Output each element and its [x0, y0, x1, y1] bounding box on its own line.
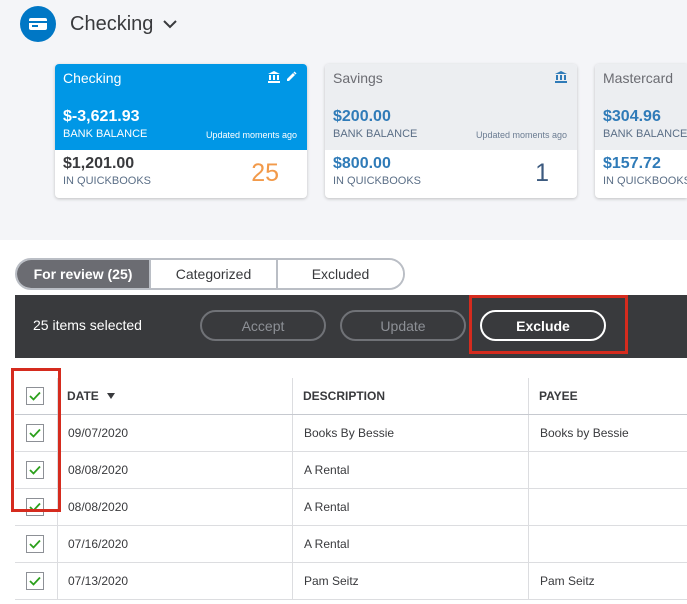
table-row[interactable]: 07/16/2020 A Rental	[15, 526, 687, 563]
card-bank-section: Savings $200.00 BANK BALANCE Updated mom…	[325, 64, 577, 150]
table-row[interactable]: 07/13/2020 Pam Seitz Pam Seitz	[15, 563, 687, 600]
row-date: 09/07/2020	[68, 426, 129, 440]
pencil-icon[interactable]	[285, 70, 297, 88]
quickbooks-balance: $157.72	[603, 155, 661, 172]
row-description: A Rental	[304, 500, 350, 514]
row-checkbox[interactable]	[26, 572, 44, 590]
bank-balance-label: BANK BALANCE	[603, 128, 687, 140]
bank-icon	[555, 70, 567, 88]
card-name: Mastercard	[603, 70, 674, 86]
selected-count: 25 items selected	[33, 317, 142, 333]
update-button[interactable]: Update	[340, 310, 466, 341]
tab-categorized[interactable]: Categorized	[149, 260, 276, 288]
payee-header[interactable]: PAYEE	[539, 378, 578, 414]
description-header[interactable]: DESCRIPTION	[303, 378, 385, 414]
bank-card-icon	[20, 6, 56, 42]
bank-balance: $-3,621.93	[63, 108, 140, 125]
account-selector[interactable]: Checking	[20, 6, 178, 42]
row-description: A Rental	[304, 463, 350, 477]
quickbooks-balance: $800.00	[333, 155, 391, 172]
account-card-mastercard[interactable]: Mastercard $304.96 BANK BALANCE $157.72 …	[595, 64, 687, 198]
row-description: Pam Seitz	[304, 574, 359, 588]
tab-excluded[interactable]: Excluded	[276, 260, 403, 288]
row-date: 08/08/2020	[68, 463, 129, 477]
exclude-highlight	[469, 295, 628, 354]
transactions-table: DATE DESCRIPTION PAYEE 09/07/2020 Books …	[15, 378, 687, 600]
row-date: 07/13/2020	[68, 574, 129, 588]
bank-balance-label: BANK BALANCE	[333, 128, 418, 140]
review-count: 25	[251, 159, 279, 187]
review-count: 1	[535, 159, 549, 187]
row-date: 08/08/2020	[68, 500, 129, 514]
updated-status: Updated moments ago	[475, 130, 567, 140]
account-title: Checking	[70, 12, 154, 35]
row-payee: Books by Bessie	[540, 426, 629, 440]
quickbooks-balance-label: IN QUICKBOOKS	[63, 175, 152, 187]
chevron-down-icon[interactable]	[163, 19, 178, 29]
sort-down-icon	[106, 393, 115, 399]
updated-status: Updated moments ago	[205, 130, 297, 140]
bank-icon	[268, 70, 280, 88]
row-checkbox[interactable]	[26, 535, 44, 553]
table-row[interactable]: 09/07/2020 Books By Bessie Books by Bess…	[15, 415, 687, 452]
card-bank-section: Mastercard $304.96 BANK BALANCE	[595, 64, 687, 150]
account-card-savings[interactable]: Savings $200.00 BANK BALANCE Updated mom…	[325, 64, 577, 198]
card-bank-section: Checking $-3,621.93 BANK BALANCE Updated…	[55, 64, 307, 150]
bank-balance: $200.00	[333, 108, 391, 125]
table-row[interactable]: 08/08/2020 A Rental	[15, 489, 687, 526]
card-name: Checking	[63, 70, 122, 86]
row-description: Books By Bessie	[304, 426, 395, 440]
quickbooks-balance-label: IN QUICKBOOKS	[603, 175, 687, 187]
table-row[interactable]: 08/08/2020 A Rental	[15, 452, 687, 489]
checkmark-icon	[29, 576, 41, 586]
account-card-checking[interactable]: Checking $-3,621.93 BANK BALANCE Updated…	[55, 64, 307, 198]
bank-balance: $304.96	[603, 108, 661, 125]
date-header-label: DATE	[67, 389, 99, 403]
row-payee: Pam Seitz	[540, 574, 595, 588]
table-header-row: DATE DESCRIPTION PAYEE	[15, 378, 687, 415]
date-header[interactable]: DATE	[67, 378, 115, 414]
row-date: 07/16/2020	[68, 537, 129, 551]
row-description: A Rental	[304, 537, 350, 551]
review-tabs: For review (25) Categorized Excluded	[15, 258, 405, 290]
quickbooks-balance-label: IN QUICKBOOKS	[333, 175, 422, 187]
checkbox-column-highlight	[11, 368, 61, 512]
checkmark-icon	[29, 539, 41, 549]
bank-balance-label: BANK BALANCE	[63, 128, 148, 140]
tab-for-review[interactable]: For review (25)	[17, 260, 149, 288]
accounts-overview: Checking Checking $-3,621.93 BANK BALANC…	[0, 0, 687, 240]
card-name: Savings	[333, 70, 383, 86]
accept-button[interactable]: Accept	[200, 310, 326, 341]
quickbooks-balance: $1,201.00	[63, 155, 135, 172]
